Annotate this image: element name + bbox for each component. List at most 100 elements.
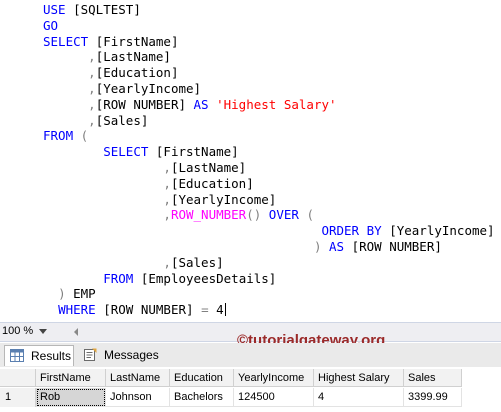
code-token: WHERE [58,302,104,317]
code-token: [YearlyIncome] [170,192,277,207]
code-token: ORDER BY [321,223,390,238]
row-number[interactable]: 1 [0,388,36,407]
results-grid: FirstName LastName Education YearlyIncom… [0,367,501,412]
code-token: , [163,207,171,222]
column-header-firstname[interactable]: FirstName [36,369,106,387]
scroll-left-icon[interactable] [74,328,78,336]
code-token: , [163,192,171,207]
code-line: ,[Education] [43,65,178,81]
code-line: GO [43,18,58,34]
column-header-education[interactable]: Education [170,369,234,387]
code-token: FROM [103,271,141,286]
chevron-down-icon [39,329,47,334]
code-token: EMP [73,286,96,301]
column-header-highest-salary[interactable]: Highest Salary [314,369,404,387]
code-line: ,[YearlyIncome] [43,81,201,97]
column-header-yearlyincome[interactable]: YearlyIncome [234,369,314,387]
table-cell[interactable]: 124500 [234,388,314,407]
code-token: ROW_NUMBER [170,207,247,222]
zoom-select[interactable]: 100 % [2,324,72,339]
code-line: ,[ROW NUMBER] AS 'Highest Salary' [43,97,336,113]
code-token: [Sales] [95,113,149,128]
code-token: [FirstName] [95,34,179,49]
code-line: USE [SQLTEST] [43,2,141,18]
code-token: , [88,65,96,80]
column-header-lastname[interactable]: LastName [106,369,170,387]
code-token: , [88,113,96,128]
code-token: [ROW NUMBER] [95,97,194,112]
code-token: SELECT [103,144,156,159]
code-line: WHERE [ROW NUMBER] = 4 [43,302,226,318]
code-line: ORDER BY [YearlyIncome] DESC [43,223,501,239]
table-cell[interactable]: 3399.99 [404,388,462,407]
code-token: AS [329,239,352,254]
code-token: () [246,207,269,222]
code-token: ( [306,207,314,222]
code-token: GO [43,18,59,33]
code-token: ( [80,128,89,143]
code-token: [EmployeesDetails] [140,271,277,286]
code-token: OVER [268,207,307,222]
table-cell[interactable]: Bachelors [170,388,234,407]
zoom-value: 100 % [2,325,34,337]
code-token: [LastName] [95,49,171,64]
tab-results[interactable]: Results [4,345,74,366]
code-token: [SQLTEST] [73,2,141,17]
grid-icon [10,349,24,362]
code-line: ,[LastName] [43,49,171,65]
code-token: [FirstName] [155,144,239,159]
tab-results-label: Results [31,349,72,363]
code-token: ) [58,286,74,301]
tab-messages[interactable]: Messages [78,345,159,365]
table-cell[interactable]: 4 [314,388,404,407]
code-token: [YearlyIncome] [95,81,202,96]
code-token: 4 [216,302,224,317]
code-line: SELECT [FirstName] [43,34,178,50]
code-token: [LastName] [170,160,247,175]
code-line: ,[Education] [43,176,254,192]
code-token: = [201,302,217,317]
code-token: [Education] [95,65,179,80]
results-tabbar: Results Messages [0,343,501,367]
code-token: [ROW NUMBER] [103,302,202,317]
code-token: SELECT [43,34,96,49]
code-token: , [163,160,171,175]
code-token: , [163,255,171,270]
code-token: [Education] [170,176,254,191]
code-token: [Sales] [170,255,224,270]
code-line: ,[YearlyIncome] [43,192,276,208]
query-editor[interactable]: USE [SQLTEST] GO SELECT [FirstName] ,[Last… [0,0,501,322]
code-token: , [88,97,96,112]
code-token: , [163,176,171,191]
code-line: ,[Sales] [43,113,148,129]
code-token: [YearlyIncome] [389,223,501,238]
code-token: ) [313,239,329,254]
code-line: ,ROW_NUMBER() OVER ( [43,207,314,223]
grid-corner[interactable] [0,369,36,387]
table-cell[interactable]: Johnson [106,388,170,407]
code-token: [ROW NUMBER] [351,239,442,254]
code-token: , [88,49,96,64]
messages-icon [84,348,97,361]
code-line: ,[LastName] [43,160,246,176]
code-line: SELECT [FirstName] [43,144,239,160]
table-cell[interactable]: Rob [36,388,106,407]
code-line: FROM ( [43,128,88,144]
column-header-sales[interactable]: Sales [404,369,462,387]
code-token: USE [43,2,74,17]
